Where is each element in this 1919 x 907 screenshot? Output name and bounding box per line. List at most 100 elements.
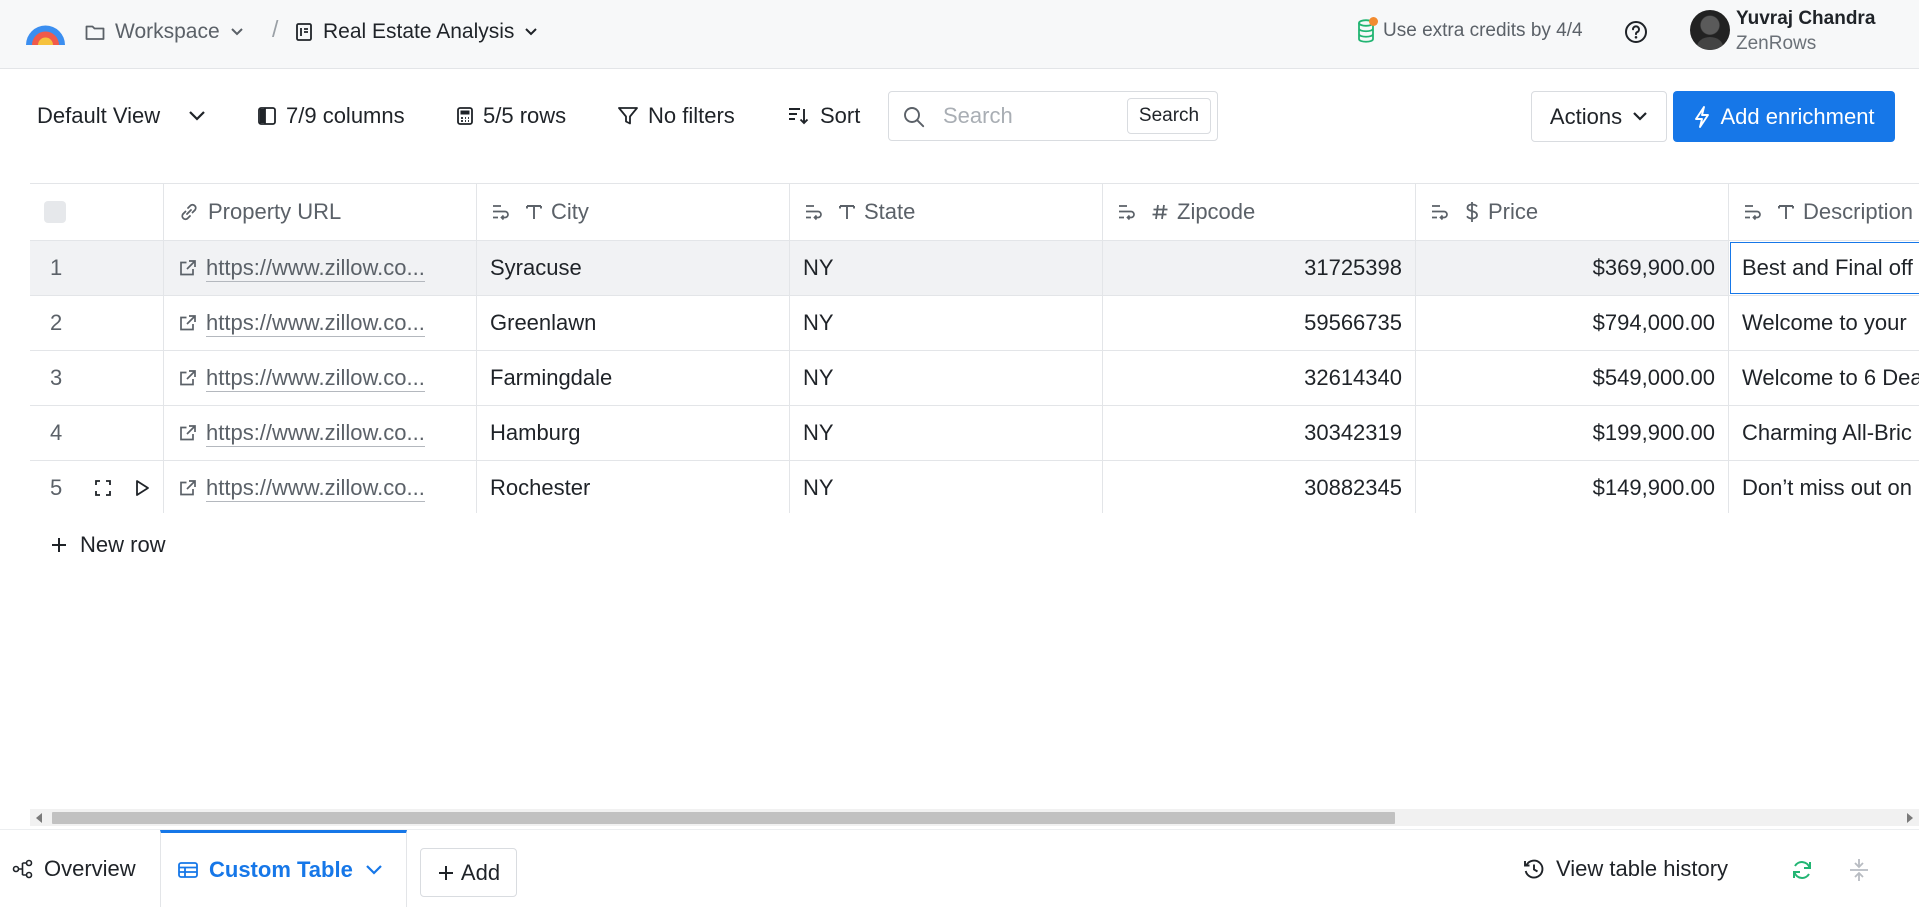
- description-cell[interactable]: Welcome to 6 Dea: [1729, 351, 1919, 405]
- plus-icon: [50, 536, 68, 554]
- chevron-down-icon[interactable]: [365, 864, 383, 876]
- tab-custom-table[interactable]: Custom Table: [160, 830, 407, 907]
- chevron-down-icon: [524, 27, 538, 37]
- external-link-icon[interactable]: [178, 258, 198, 278]
- table-row[interactable]: 5 https://www.zillow.co... Rochester NY …: [30, 461, 1919, 513]
- external-link-icon[interactable]: [178, 368, 198, 388]
- description-cell[interactable]: Welcome to your: [1729, 296, 1919, 350]
- dollar-icon: [1464, 201, 1480, 223]
- description-cell[interactable]: Best and Final off: [1729, 241, 1919, 295]
- column-header-description[interactable]: Description: [1729, 184, 1919, 240]
- price-cell[interactable]: $149,900.00: [1416, 461, 1729, 513]
- property-url-link[interactable]: https://www.zillow.co...: [206, 255, 425, 282]
- add-enrichment-button[interactable]: Add enrichment: [1673, 91, 1895, 142]
- column-header-price[interactable]: Price: [1416, 184, 1729, 240]
- property-url-cell[interactable]: https://www.zillow.co...: [164, 406, 477, 460]
- zipcode-cell[interactable]: 30342319: [1103, 406, 1416, 460]
- play-icon[interactable]: [134, 479, 150, 497]
- table-toolbar: Default View 7/9 columns 5/5 rows No fil…: [0, 69, 1919, 184]
- state-cell[interactable]: NY: [790, 296, 1103, 350]
- state-cell[interactable]: NY: [790, 406, 1103, 460]
- zipcode-cell[interactable]: 31725398: [1103, 241, 1416, 295]
- property-url-cell[interactable]: https://www.zillow.co...: [164, 296, 477, 350]
- zipcode-cell[interactable]: 30882345: [1103, 461, 1416, 513]
- rows-button[interactable]: 5/5 rows: [456, 100, 566, 132]
- logo-icon[interactable]: [24, 15, 67, 47]
- property-url-link[interactable]: https://www.zillow.co...: [206, 475, 425, 502]
- external-link-icon[interactable]: [178, 313, 198, 333]
- breadcrumb-project[interactable]: Real Estate Analysis: [295, 18, 538, 46]
- table-row[interactable]: 1 https://www.zillow.co... Syracuse NY 3…: [30, 241, 1919, 296]
- external-link-icon[interactable]: [178, 478, 198, 498]
- actions-button[interactable]: Actions: [1531, 91, 1667, 142]
- view-selector[interactable]: Default View: [37, 100, 206, 132]
- help-icon[interactable]: [1624, 20, 1648, 44]
- overview-tab[interactable]: Overview: [12, 830, 136, 907]
- search-icon: [902, 105, 926, 129]
- breadcrumb-workspace[interactable]: Workspace: [85, 18, 244, 46]
- property-url-cell[interactable]: https://www.zillow.co...: [164, 351, 477, 405]
- table-row[interactable]: 2 https://www.zillow.co... Greenlawn NY …: [30, 296, 1919, 351]
- column-header-zipcode[interactable]: Zipcode: [1103, 184, 1416, 240]
- table-row[interactable]: 3 https://www.zillow.co... Farmingdale N…: [30, 351, 1919, 406]
- chevron-down-icon: [188, 110, 206, 122]
- search-button[interactable]: Search: [1127, 98, 1211, 134]
- scroll-left-arrow[interactable]: [36, 813, 42, 823]
- city-cell[interactable]: Rochester: [477, 461, 790, 513]
- property-url-link[interactable]: https://www.zillow.co...: [206, 310, 425, 337]
- columns-icon: [257, 106, 277, 126]
- new-row-button[interactable]: New row: [50, 532, 166, 558]
- property-url-link[interactable]: https://www.zillow.co...: [206, 365, 425, 392]
- refresh-icon[interactable]: [1790, 858, 1814, 882]
- select-all-cell: [30, 184, 164, 240]
- external-link-icon[interactable]: [178, 423, 198, 443]
- property-url-cell[interactable]: https://www.zillow.co...: [164, 241, 477, 295]
- city-cell[interactable]: Greenlawn: [477, 296, 790, 350]
- collapse-icon[interactable]: [1848, 857, 1870, 883]
- state-cell[interactable]: NY: [790, 461, 1103, 513]
- description-cell[interactable]: Don’t miss out on: [1729, 461, 1919, 513]
- overview-label: Overview: [44, 855, 136, 881]
- wrap-icon: [1117, 202, 1141, 222]
- columns-label: 7/9 columns: [286, 103, 405, 128]
- description-cell[interactable]: Charming All-Bric: [1729, 406, 1919, 460]
- breadcrumb-project-label: Real Estate Analysis: [323, 20, 515, 43]
- avatar[interactable]: [1690, 10, 1730, 50]
- breadcrumb-workspace-label: Workspace: [115, 20, 220, 43]
- search-box: Search: [888, 91, 1218, 141]
- view-table-history-button[interactable]: View table history: [1522, 830, 1728, 907]
- price-cell[interactable]: $549,000.00: [1416, 351, 1729, 405]
- expand-icon[interactable]: [94, 479, 112, 497]
- city-cell[interactable]: Hamburg: [477, 406, 790, 460]
- scrollbar-thumb[interactable]: [52, 812, 1395, 824]
- sort-button[interactable]: Sort: [787, 100, 860, 132]
- search-input[interactable]: [943, 100, 1143, 132]
- table-row[interactable]: 4 https://www.zillow.co... Hamburg NY 30…: [30, 406, 1919, 461]
- property-url-cell[interactable]: https://www.zillow.co...: [164, 461, 477, 513]
- actions-label: Actions: [1549, 103, 1623, 129]
- columns-button[interactable]: 7/9 columns: [257, 100, 405, 132]
- price-cell[interactable]: $369,900.00: [1416, 241, 1729, 295]
- add-tab-button[interactable]: Add: [420, 848, 517, 897]
- column-header-city[interactable]: City: [477, 184, 790, 240]
- new-row-label: New row: [80, 532, 166, 557]
- column-header-label: Description: [1803, 199, 1914, 224]
- property-url-link[interactable]: https://www.zillow.co...: [206, 420, 425, 447]
- table-icon: [177, 860, 199, 880]
- city-cell[interactable]: Farmingdale: [477, 351, 790, 405]
- state-cell[interactable]: NY: [790, 351, 1103, 405]
- column-header-state[interactable]: State: [790, 184, 1103, 240]
- filters-button[interactable]: No filters: [617, 100, 735, 132]
- price-cell[interactable]: $794,000.00: [1416, 296, 1729, 350]
- scroll-right-arrow[interactable]: [1907, 813, 1913, 823]
- city-cell[interactable]: Syracuse: [477, 241, 790, 295]
- select-all-checkbox[interactable]: [44, 201, 66, 223]
- horizontal-scrollbar[interactable]: [30, 809, 1919, 826]
- state-cell[interactable]: NY: [790, 241, 1103, 295]
- row-number: 4: [30, 406, 164, 460]
- column-header-property-url[interactable]: Property URL: [164, 184, 477, 240]
- price-cell[interactable]: $199,900.00: [1416, 406, 1729, 460]
- extra-credits-notice[interactable]: Use extra credits by 4/4: [1357, 17, 1583, 43]
- zipcode-cell[interactable]: 59566735: [1103, 296, 1416, 350]
- zipcode-cell[interactable]: 32614340: [1103, 351, 1416, 405]
